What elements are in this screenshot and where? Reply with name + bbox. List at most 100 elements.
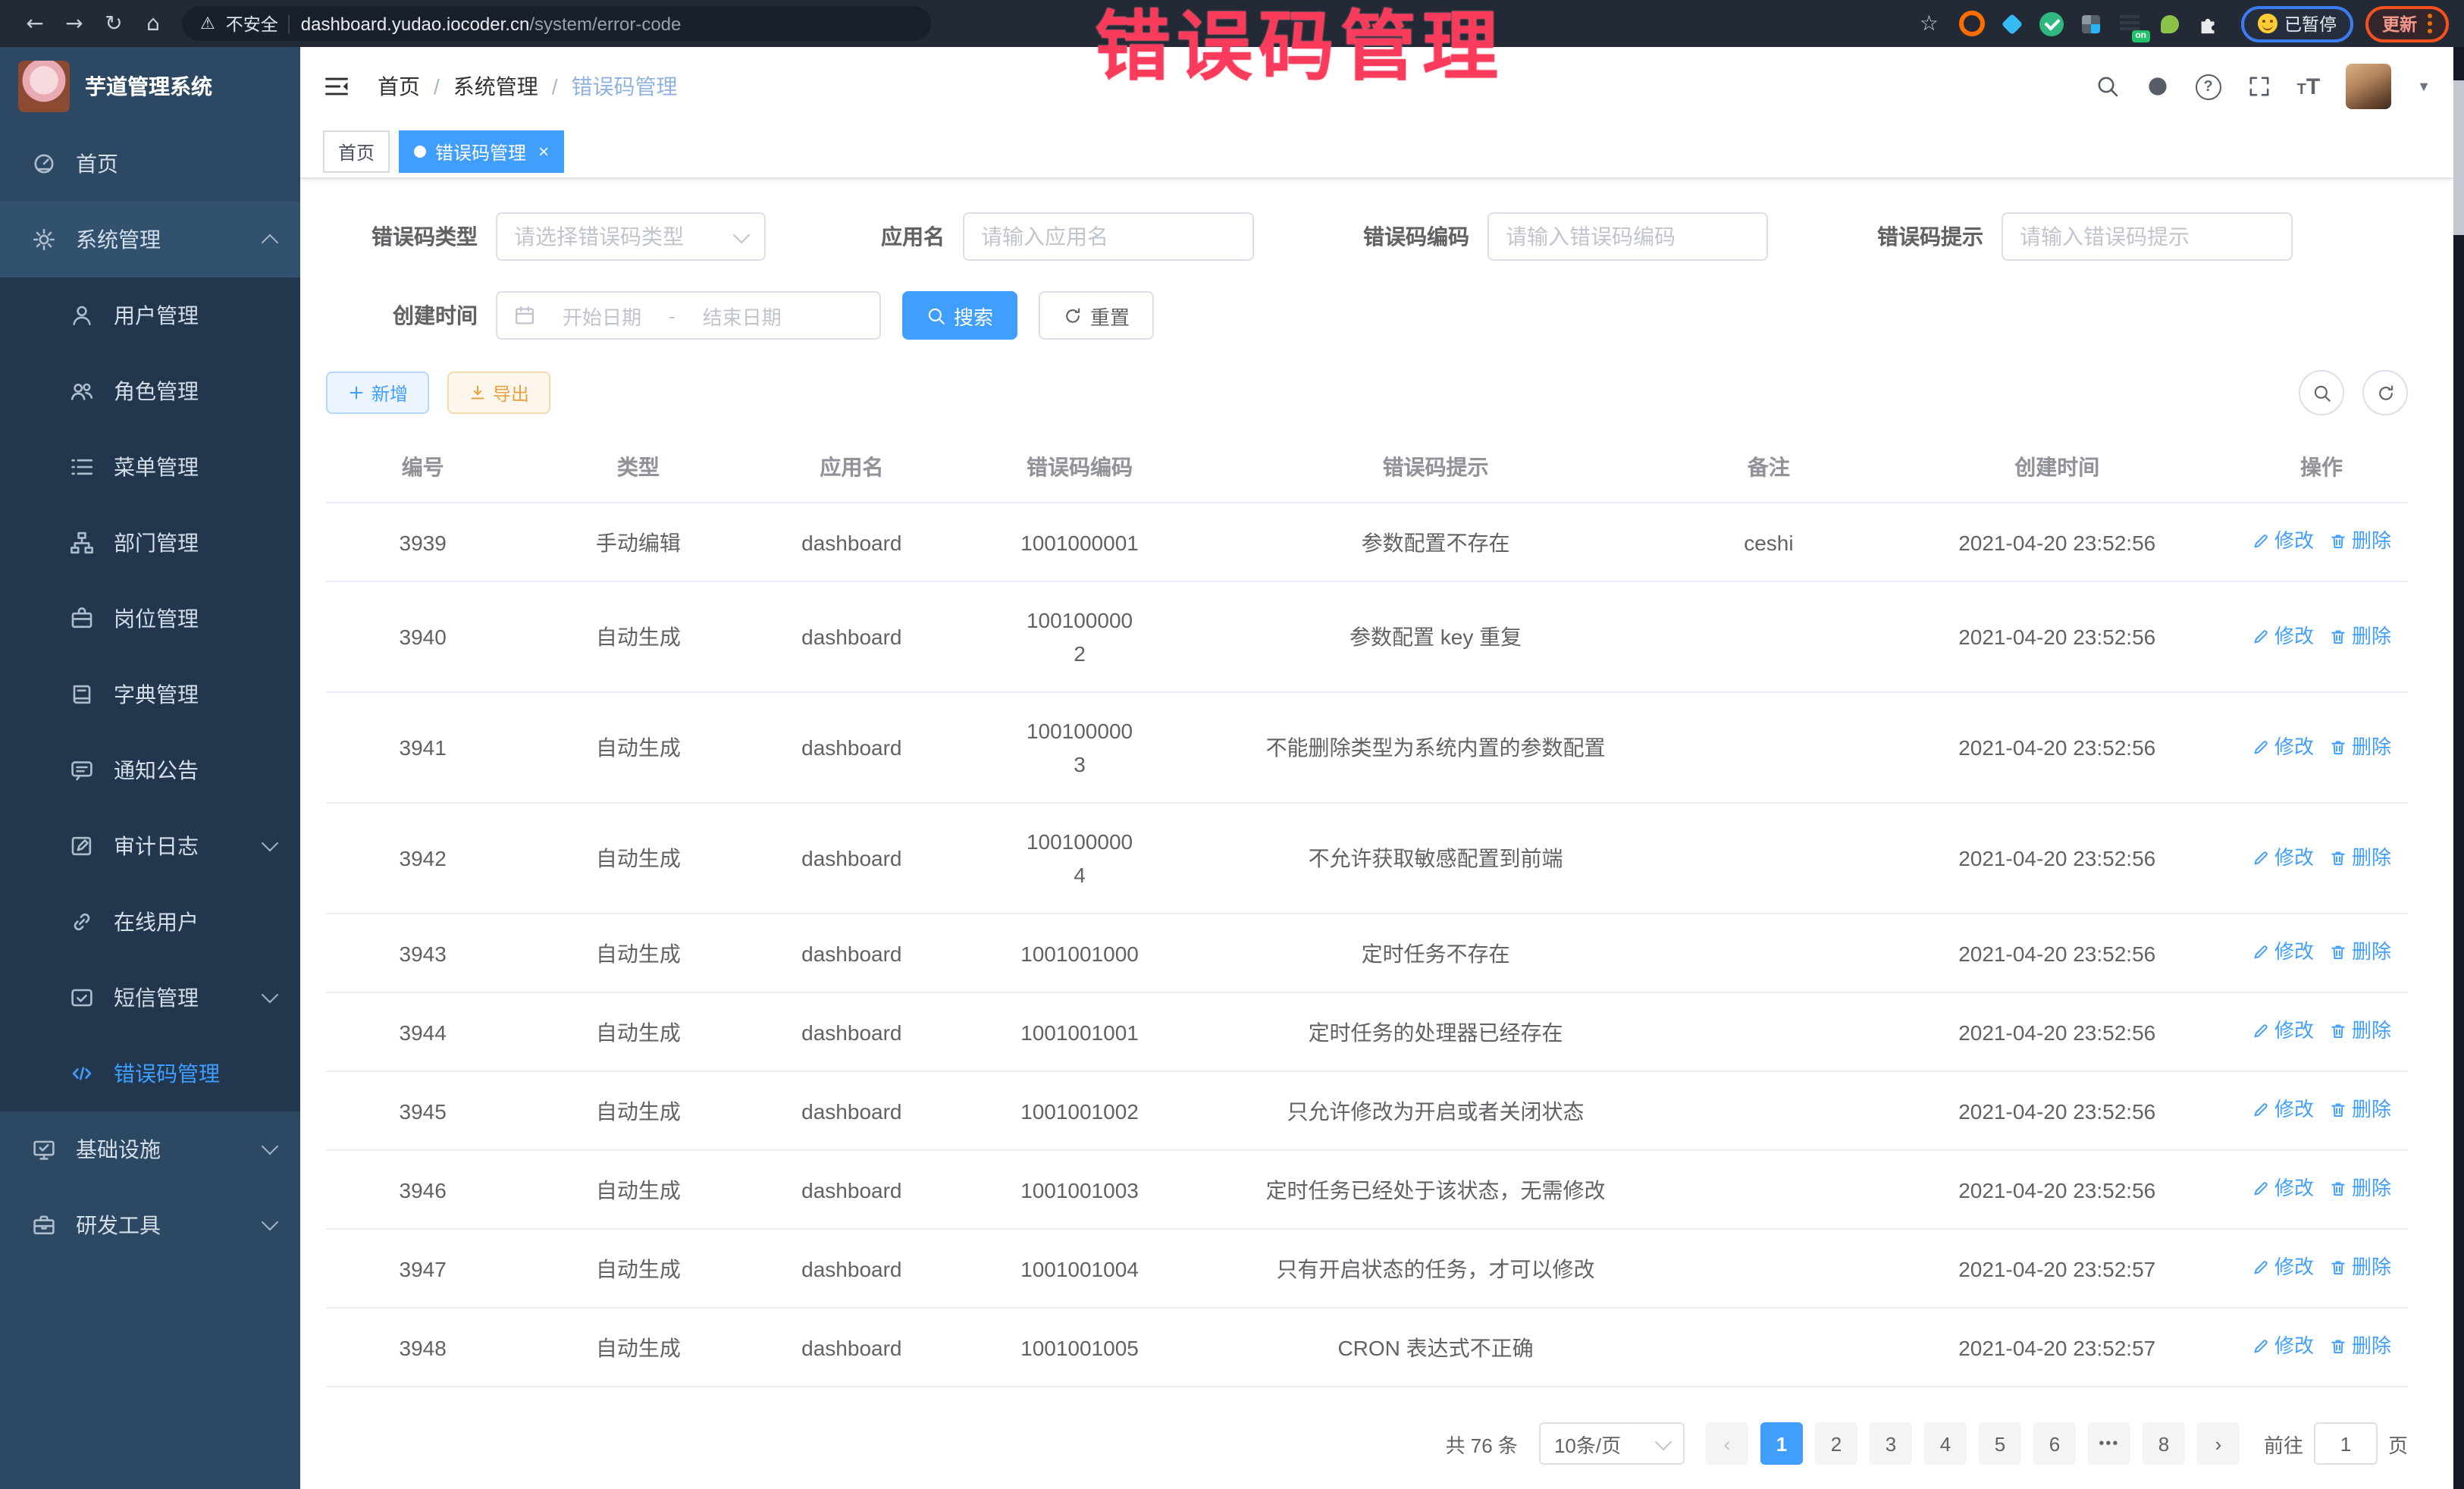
page-button-3[interactable]: 3 xyxy=(1870,1422,1912,1465)
browser-update-button[interactable]: 更新 xyxy=(2365,5,2449,42)
extension-puzzle-icon[interactable] xyxy=(2195,10,2222,37)
error-code-input[interactable] xyxy=(1487,212,1768,261)
delete-link[interactable]: 删除 xyxy=(2329,841,2391,874)
page-button-6[interactable]: 6 xyxy=(2033,1422,2076,1465)
page-button-1[interactable]: 1 xyxy=(1760,1422,1803,1465)
delete-link[interactable]: 删除 xyxy=(2329,1251,2391,1284)
home-icon[interactable]: ⌂ xyxy=(133,11,173,36)
edit-link[interactable]: 修改 xyxy=(2252,525,2314,558)
close-icon[interactable]: × xyxy=(538,141,549,162)
tab-error-code[interactable]: 错误码管理 × xyxy=(399,130,564,173)
edit-link[interactable]: 修改 xyxy=(2252,1251,2314,1284)
delete-link[interactable]: 删除 xyxy=(2329,1330,2391,1363)
collapse-sidebar-icon[interactable] xyxy=(323,73,350,100)
show-search-button[interactable] xyxy=(2299,370,2344,415)
page-button-2[interactable]: 2 xyxy=(1815,1422,1857,1465)
address-bar[interactable]: ⚠ 不安全 dashboard.yudao.iocoder.cn/system/… xyxy=(182,6,931,41)
delete-link[interactable]: 删除 xyxy=(2329,936,2391,969)
app-name-input[interactable] xyxy=(963,212,1254,261)
github-icon[interactable] xyxy=(2146,74,2170,99)
extension-gem-icon[interactable] xyxy=(1998,10,2025,37)
extension-orange-icon[interactable] xyxy=(1958,10,1986,37)
bookmark-star-icon[interactable]: ☆ xyxy=(1920,11,1939,36)
sidebar-item-tools[interactable]: 研发工具 xyxy=(0,1187,300,1263)
cell-remark xyxy=(1658,914,1879,992)
page-button-5[interactable]: 5 xyxy=(1979,1422,2021,1465)
add-button[interactable]: 新增 xyxy=(326,371,429,414)
error-type-select[interactable]: 请选择错误码类型 xyxy=(496,212,766,261)
error-message-input[interactable] xyxy=(2002,212,2293,261)
link-icon xyxy=(70,910,94,934)
user-avatar[interactable] xyxy=(2346,64,2391,109)
edit-link[interactable]: 修改 xyxy=(2252,1014,2314,1048)
sidebar-item-user[interactable]: 用户管理 xyxy=(0,277,300,353)
delete-link[interactable]: 删除 xyxy=(2329,730,2391,763)
sidebar-item-dict[interactable]: 字典管理 xyxy=(0,657,300,732)
cell-message: 定时任务的处理器已经存在 xyxy=(1213,992,1659,1071)
sidebar-item-menu[interactable]: 菜单管理 xyxy=(0,429,300,505)
edit-link[interactable]: 修改 xyxy=(2252,1093,2314,1127)
sidebar-item-dept[interactable]: 部门管理 xyxy=(0,505,300,581)
goto-page: 前往 页 xyxy=(2264,1422,2408,1465)
delete-link[interactable]: 删除 xyxy=(2329,1014,2391,1048)
date-range-picker[interactable]: 开始日期 - 结束日期 xyxy=(496,291,881,340)
prev-page-button[interactable]: ‹ xyxy=(1706,1422,1748,1465)
scrollbar-thumb[interactable] xyxy=(2453,80,2464,235)
edit-link[interactable]: 修改 xyxy=(2252,936,2314,969)
chevron-down-icon[interactable]: ▼ xyxy=(2417,79,2431,94)
delete-link[interactable]: 删除 xyxy=(2329,619,2391,653)
page-size-select[interactable]: 10条/页 xyxy=(1539,1422,1685,1465)
refresh-table-button[interactable] xyxy=(2362,370,2408,415)
sidebar-item-infra[interactable]: 基础设施 xyxy=(0,1111,300,1187)
delete-link[interactable]: 删除 xyxy=(2329,525,2391,558)
help-icon[interactable]: ? xyxy=(2196,74,2221,99)
edit-link[interactable]: 修改 xyxy=(2252,619,2314,653)
sidebar-item-label: 字典管理 xyxy=(114,679,199,710)
extension-grid-icon[interactable] xyxy=(2077,10,2104,37)
browser-toolbar: ← → ↻ ⌂ ⚠ 不安全 dashboard.yudao.iocoder.cn… xyxy=(0,0,2464,47)
page-button-4[interactable]: 4 xyxy=(1924,1422,1967,1465)
kebab-menu-icon[interactable] xyxy=(2428,14,2432,33)
back-icon[interactable]: ← xyxy=(15,11,55,36)
sidebar-item-label: 短信管理 xyxy=(114,983,199,1013)
extension-green-icon[interactable] xyxy=(2155,10,2183,37)
reload-icon[interactable]: ↻ xyxy=(94,11,133,36)
extension-vue-icon[interactable] xyxy=(2037,10,2064,37)
page-ellipsis[interactable]: ••• xyxy=(2088,1422,2130,1465)
sidebar-item-role[interactable]: 角色管理 xyxy=(0,353,300,429)
page-button-8[interactable]: 8 xyxy=(2143,1422,2185,1465)
edit-link[interactable]: 修改 xyxy=(2252,841,2314,874)
sidebar-item-system[interactable]: 系统管理 xyxy=(0,202,300,277)
sidebar-item-notice[interactable]: 通知公告 xyxy=(0,732,300,808)
breadcrumb-separator: / xyxy=(552,74,558,99)
goto-page-input[interactable] xyxy=(2314,1422,2378,1465)
fullscreen-icon[interactable] xyxy=(2247,74,2271,99)
edit-link[interactable]: 修改 xyxy=(2252,1330,2314,1363)
cell-actions: 修改删除 xyxy=(2235,692,2408,803)
forward-icon[interactable]: → xyxy=(55,11,94,36)
edit-link[interactable]: 修改 xyxy=(2252,730,2314,763)
extension-lines-icon[interactable]: on xyxy=(2116,10,2143,37)
search-button[interactable]: 搜索 xyxy=(902,291,1017,340)
reset-button[interactable]: 重置 xyxy=(1039,291,1154,340)
font-size-icon[interactable]: TT xyxy=(2297,74,2321,99)
sidebar-item-audit[interactable]: 审计日志 xyxy=(0,808,300,884)
sidebar-menu: 首页系统管理用户管理角色管理菜单管理部门管理岗位管理字典管理通知公告审计日志在线… xyxy=(0,126,300,1489)
search-icon[interactable] xyxy=(2096,74,2120,99)
export-button[interactable]: 导出 xyxy=(447,371,550,414)
breadcrumb-home[interactable]: 首页 xyxy=(378,71,420,102)
edit-link[interactable]: 修改 xyxy=(2252,1172,2314,1205)
page-scrollbar[interactable] xyxy=(2453,47,2464,1489)
sidebar-item-home[interactable]: 首页 xyxy=(0,126,300,202)
tab-home[interactable]: 首页 xyxy=(323,130,390,173)
sidebar-item-online[interactable]: 在线用户 xyxy=(0,884,300,960)
sidebar-item-sms[interactable]: 短信管理 xyxy=(0,960,300,1036)
sidebar-item-post[interactable]: 岗位管理 xyxy=(0,581,300,657)
delete-link[interactable]: 删除 xyxy=(2329,1172,2391,1205)
delete-link[interactable]: 删除 xyxy=(2329,1093,2391,1127)
sidebar-item-errcode[interactable]: 错误码管理 xyxy=(0,1036,300,1111)
sidebar-item-label: 错误码管理 xyxy=(114,1058,220,1089)
breadcrumb-system[interactable]: 系统管理 xyxy=(453,71,538,102)
paused-extension-pill[interactable]: 已暂停 xyxy=(2240,5,2353,42)
next-page-button[interactable]: › xyxy=(2197,1422,2240,1465)
